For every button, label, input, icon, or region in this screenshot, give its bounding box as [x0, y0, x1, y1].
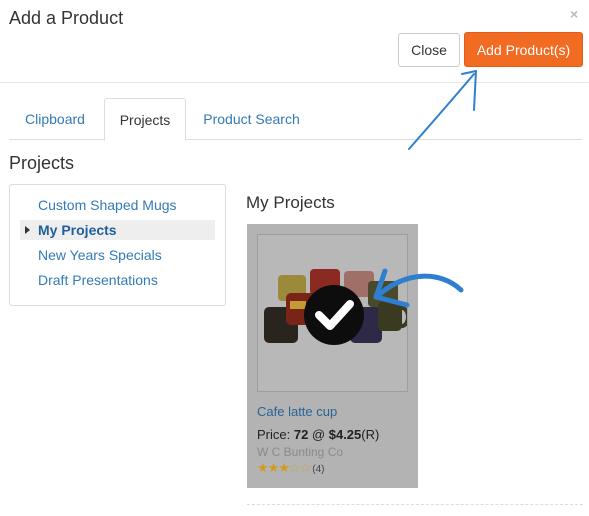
tab-projects[interactable]: Projects: [104, 98, 186, 141]
price-amount: $4.25: [328, 427, 362, 442]
project-item-label: Draft Presentations: [38, 272, 158, 288]
project-item-label: My Projects: [38, 222, 117, 238]
star-icon: ★: [267, 460, 280, 475]
product-supplier: W C Bunting Co: [257, 445, 344, 459]
close-icon[interactable]: ×: [570, 6, 578, 22]
close-button[interactable]: Close: [398, 33, 460, 67]
checkmark-icon: [304, 285, 364, 345]
star-icon: ★: [257, 460, 269, 475]
header-divider: [0, 82, 589, 83]
price-at: @: [308, 427, 329, 442]
product-thumbnail[interactable]: [257, 234, 408, 392]
product-name-link[interactable]: Cafe latte cup: [257, 404, 337, 419]
mug-label: [290, 301, 306, 309]
dashed-divider: [247, 504, 583, 505]
price-quantity: 72: [293, 427, 309, 442]
project-item-my-projects[interactable]: My Projects: [20, 220, 215, 240]
add-products-button[interactable]: Add Product(s): [464, 32, 583, 67]
project-item-draft-presentations[interactable]: Draft Presentations: [20, 270, 215, 290]
projects-section-title: Projects: [9, 153, 75, 173]
tab-bar: Clipboard Projects Product Search: [9, 98, 582, 141]
price-prefix: Price:: [257, 427, 294, 442]
tab-product-search[interactable]: Product Search: [189, 98, 314, 140]
star-empty-icon: ☆: [288, 460, 301, 475]
price-code: (R): [361, 427, 380, 442]
caret-right-icon: [25, 226, 30, 234]
product-card[interactable]: Cafe latte cup Price: 72 @ $4.25(R) W C …: [247, 224, 418, 488]
star-icon: ★: [278, 460, 290, 475]
project-item-new-years-specials[interactable]: New Years Specials: [20, 245, 215, 265]
product-price: Price: 72 @ $4.25(R): [257, 427, 379, 442]
modal-title: Add a Product: [9, 8, 124, 28]
tab-clipboard[interactable]: Clipboard: [9, 98, 101, 140]
star-empty-icon: ☆: [299, 460, 312, 475]
project-item-label: Custom Shaped Mugs: [38, 197, 177, 213]
my-projects-title: My Projects: [246, 193, 335, 212]
product-rating: ★★★☆☆ (4): [257, 460, 325, 476]
mugs-image: [264, 269, 407, 345]
project-list: Custom Shaped Mugs My Projects New Years…: [9, 184, 226, 306]
project-item-label: New Years Specials: [38, 247, 162, 263]
rating-count: (4): [312, 464, 325, 475]
project-item-custom-shaped-mugs[interactable]: Custom Shaped Mugs: [20, 195, 215, 215]
